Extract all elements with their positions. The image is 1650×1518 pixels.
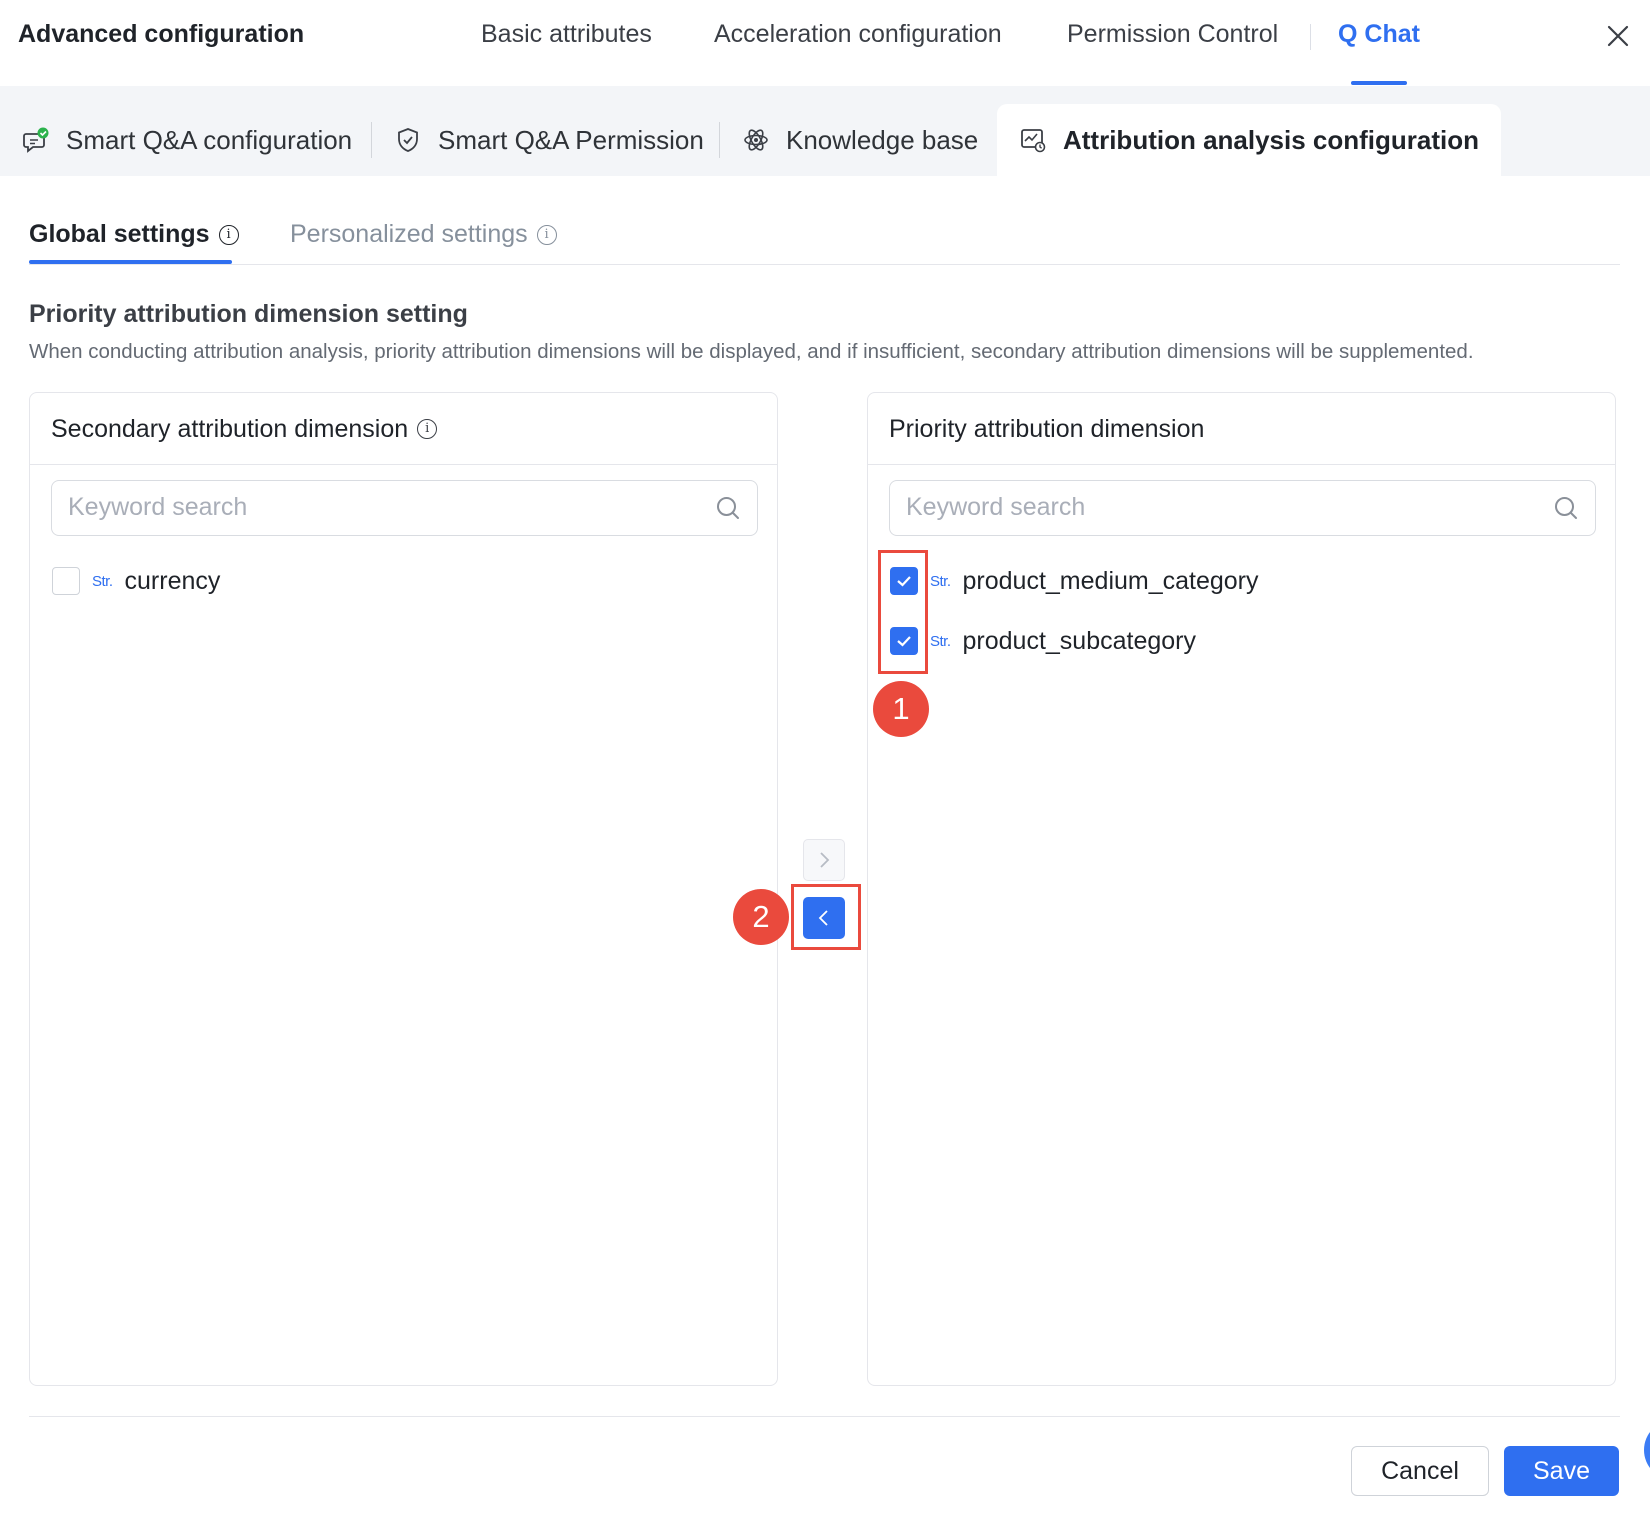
section-description: When conducting attribution analysis, pr… — [29, 340, 1474, 363]
save-button[interactable]: Save — [1504, 1446, 1619, 1496]
tab-personalized-settings[interactable]: Personalized settings i — [290, 220, 557, 249]
subtab-label: Smart Q&A configuration — [66, 124, 353, 155]
tab-acceleration-configuration[interactable]: Acceleration configuration — [714, 20, 1002, 49]
search-input[interactable] — [52, 481, 684, 533]
string-type-tag: Str. — [92, 572, 113, 590]
highlight-box-checkboxes — [878, 550, 928, 674]
priority-dimension-panel: Priority attribution dimension Str. prod… — [867, 392, 1616, 1386]
highlight-box-move-left — [791, 884, 861, 950]
chat-check-icon — [23, 127, 49, 153]
step-badge-2: 2 — [733, 889, 789, 945]
subtab-smart-qa-permission[interactable]: Smart Q&A Permission — [394, 104, 704, 176]
dialog-title: Advanced configuration — [18, 20, 305, 48]
divider — [29, 264, 1620, 265]
section-title: Priority attribution dimension setting — [29, 300, 468, 328]
list-item[interactable]: Str. currency — [52, 561, 220, 601]
search-icon[interactable] — [715, 495, 741, 521]
panel-title: Priority attribution dimension — [889, 415, 1205, 443]
panel-header: Secondary attribution dimension i — [30, 393, 777, 465]
panel-header: Priority attribution dimension — [868, 393, 1615, 465]
tab-global-settings[interactable]: Global settings i — [29, 220, 239, 249]
subtab-label: Knowledge base — [786, 124, 979, 155]
search-box — [51, 480, 758, 536]
item-label: product_subcategory — [962, 626, 1196, 655]
subtab-label: Smart Q&A Permission — [438, 124, 704, 155]
search-box — [889, 480, 1596, 536]
atom-icon — [744, 129, 768, 151]
subtab-label: Attribution analysis configuration — [1063, 124, 1480, 155]
tab-label: Personalized settings — [290, 220, 528, 248]
list-item[interactable]: Str. product_subcategory — [890, 621, 1196, 661]
floating-help-button[interactable] — [1644, 1420, 1650, 1480]
search-input[interactable] — [890, 481, 1522, 533]
subtab-attribution-analysis-configuration[interactable]: Attribution analysis configuration — [997, 104, 1502, 176]
close-icon — [1607, 25, 1629, 47]
string-type-tag: Str. — [930, 632, 951, 650]
active-tab-indicator — [1351, 81, 1407, 85]
shield-icon — [398, 128, 418, 152]
subtab-divider — [719, 122, 720, 158]
search-icon[interactable] — [1553, 495, 1579, 521]
tab-label: Global settings — [29, 220, 210, 248]
subtab-smart-qa-configuration[interactable]: Smart Q&A configuration — [22, 104, 352, 176]
tab-permission-control[interactable]: Permission Control — [1067, 20, 1278, 49]
secondary-dimension-panel: Secondary attribution dimension i Str. c… — [29, 392, 778, 1386]
info-icon: i — [417, 419, 438, 439]
item-label: currency — [124, 566, 221, 595]
tab-basic-attributes[interactable]: Basic attributes — [481, 20, 652, 49]
analysis-chart-icon — [1021, 129, 1046, 153]
panel-title: Secondary attribution dimension — [51, 415, 409, 443]
info-icon: i — [218, 224, 239, 245]
tab-divider — [1310, 24, 1311, 50]
step-badge-1: 1 — [873, 681, 929, 737]
close-button[interactable] — [1598, 16, 1638, 56]
footer-divider — [29, 1416, 1620, 1417]
move-right-button[interactable] — [803, 839, 845, 881]
chevron-right-icon — [820, 852, 830, 868]
subtab-knowledge-base[interactable]: Knowledge base — [742, 104, 978, 176]
subtab-divider — [371, 122, 372, 158]
string-type-tag: Str. — [930, 572, 951, 590]
info-icon: i — [536, 224, 557, 245]
tab-q-chat[interactable]: Q Chat — [1338, 20, 1420, 49]
item-label: product_medium_category — [962, 566, 1259, 595]
item-checkbox[interactable] — [52, 567, 80, 595]
cancel-button[interactable]: Cancel — [1351, 1446, 1489, 1496]
list-item[interactable]: Str. product_medium_category — [890, 561, 1259, 601]
